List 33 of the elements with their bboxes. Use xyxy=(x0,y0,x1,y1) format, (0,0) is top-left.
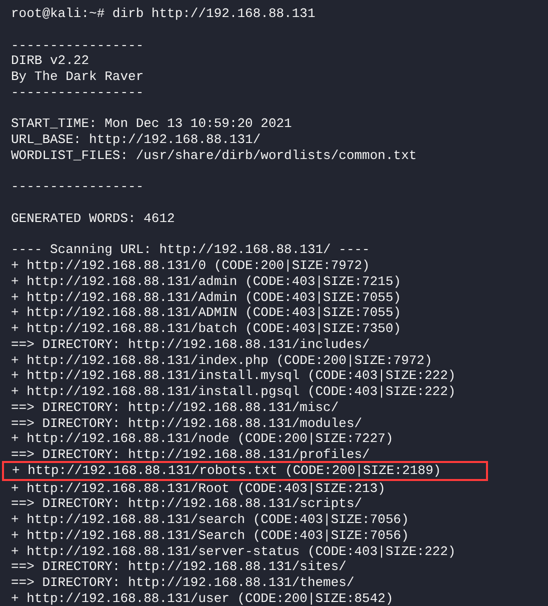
output-line: + http://192.168.88.131/user (CODE:200|SIZE:8542) xyxy=(10,590,394,606)
output-line: ==> DIRECTORY: http://192.168.88.131/sites/ xyxy=(10,559,348,575)
output-line: + http://192.168.88.131/install.pgsql (CODE:403|SIZE:222) xyxy=(10,384,457,400)
output-line: + http://192.168.88.131/server-status (CODE:403|SIZE:222) xyxy=(10,544,457,560)
output-line: + http://192.168.88.131/node (CODE:200|SIZE:7227) xyxy=(10,431,394,447)
output-line: URL_BASE: http://192.168.88.131/ xyxy=(10,132,262,148)
output-line: By The Dark Raver xyxy=(10,69,145,85)
output-line: + http://192.168.88.131/admin (CODE:403|SIZE:7215) xyxy=(10,274,402,290)
output-line: WORDLIST_FILES: /usr/share/dirb/wordlists/common.txt xyxy=(10,148,418,164)
output-line: + http://192.168.88.131/Admin (CODE:403|SIZE:7055) xyxy=(10,290,402,306)
output-line: + http://192.168.88.131/search (CODE:403|SIZE:7056) xyxy=(10,512,410,528)
output-line: ==> DIRECTORY: http://192.168.88.131/misc/ xyxy=(10,400,340,416)
output-line: ==> DIRECTORY: http://192.168.88.131/modules/ xyxy=(10,416,364,432)
output-line: ==> DIRECTORY: http://192.168.88.131/scripts/ xyxy=(10,496,364,512)
output-line: + http://192.168.88.131/Search (CODE:403|SIZE:7056) xyxy=(10,528,410,544)
output-line: ----------------- xyxy=(10,38,145,54)
output-line: + http://192.168.88.131/install.mysql (CODE:403|SIZE:222) xyxy=(10,368,457,384)
output-line: ----------------- xyxy=(10,84,145,100)
output-line: + http://192.168.88.131/robots.txt (CODE:200|SIZE:2189) xyxy=(12,462,442,478)
output-line: + http://192.168.88.131/Root (CODE:403|SIZE:213) xyxy=(10,480,386,496)
output-line: ---- Scanning URL: http://192.168.88.131/ ---- xyxy=(10,242,371,258)
output-line: ==> DIRECTORY: http://192.168.88.131/includes/ xyxy=(10,336,371,352)
output-line: + http://192.168.88.131/batch (CODE:403|SIZE:7350) xyxy=(10,321,402,337)
output-line: START_TIME: Mon Dec 13 10:59:20 2021 xyxy=(10,116,293,132)
output-line: root@kali:~# dirb http://192.168.88.131 xyxy=(10,6,316,22)
output-line: ==> DIRECTORY: http://192.168.88.131/themes/ xyxy=(10,575,356,591)
output-line: + http://192.168.88.131/0 (CODE:200|SIZE:7972) xyxy=(10,258,371,274)
output-line: ----------------- xyxy=(10,179,145,195)
output-line: DIRB v2.22 xyxy=(10,53,90,69)
output-line: + http://192.168.88.131/index.php (CODE:200|SIZE:7972) xyxy=(10,352,434,368)
output-line: GENERATED WORDS: 4612 xyxy=(10,210,176,226)
output-line: + http://192.168.88.131/ADMIN (CODE:403|SIZE:7055) xyxy=(10,305,402,321)
output-line: ==> DIRECTORY: http://192.168.88.131/profiles/ xyxy=(10,447,371,463)
